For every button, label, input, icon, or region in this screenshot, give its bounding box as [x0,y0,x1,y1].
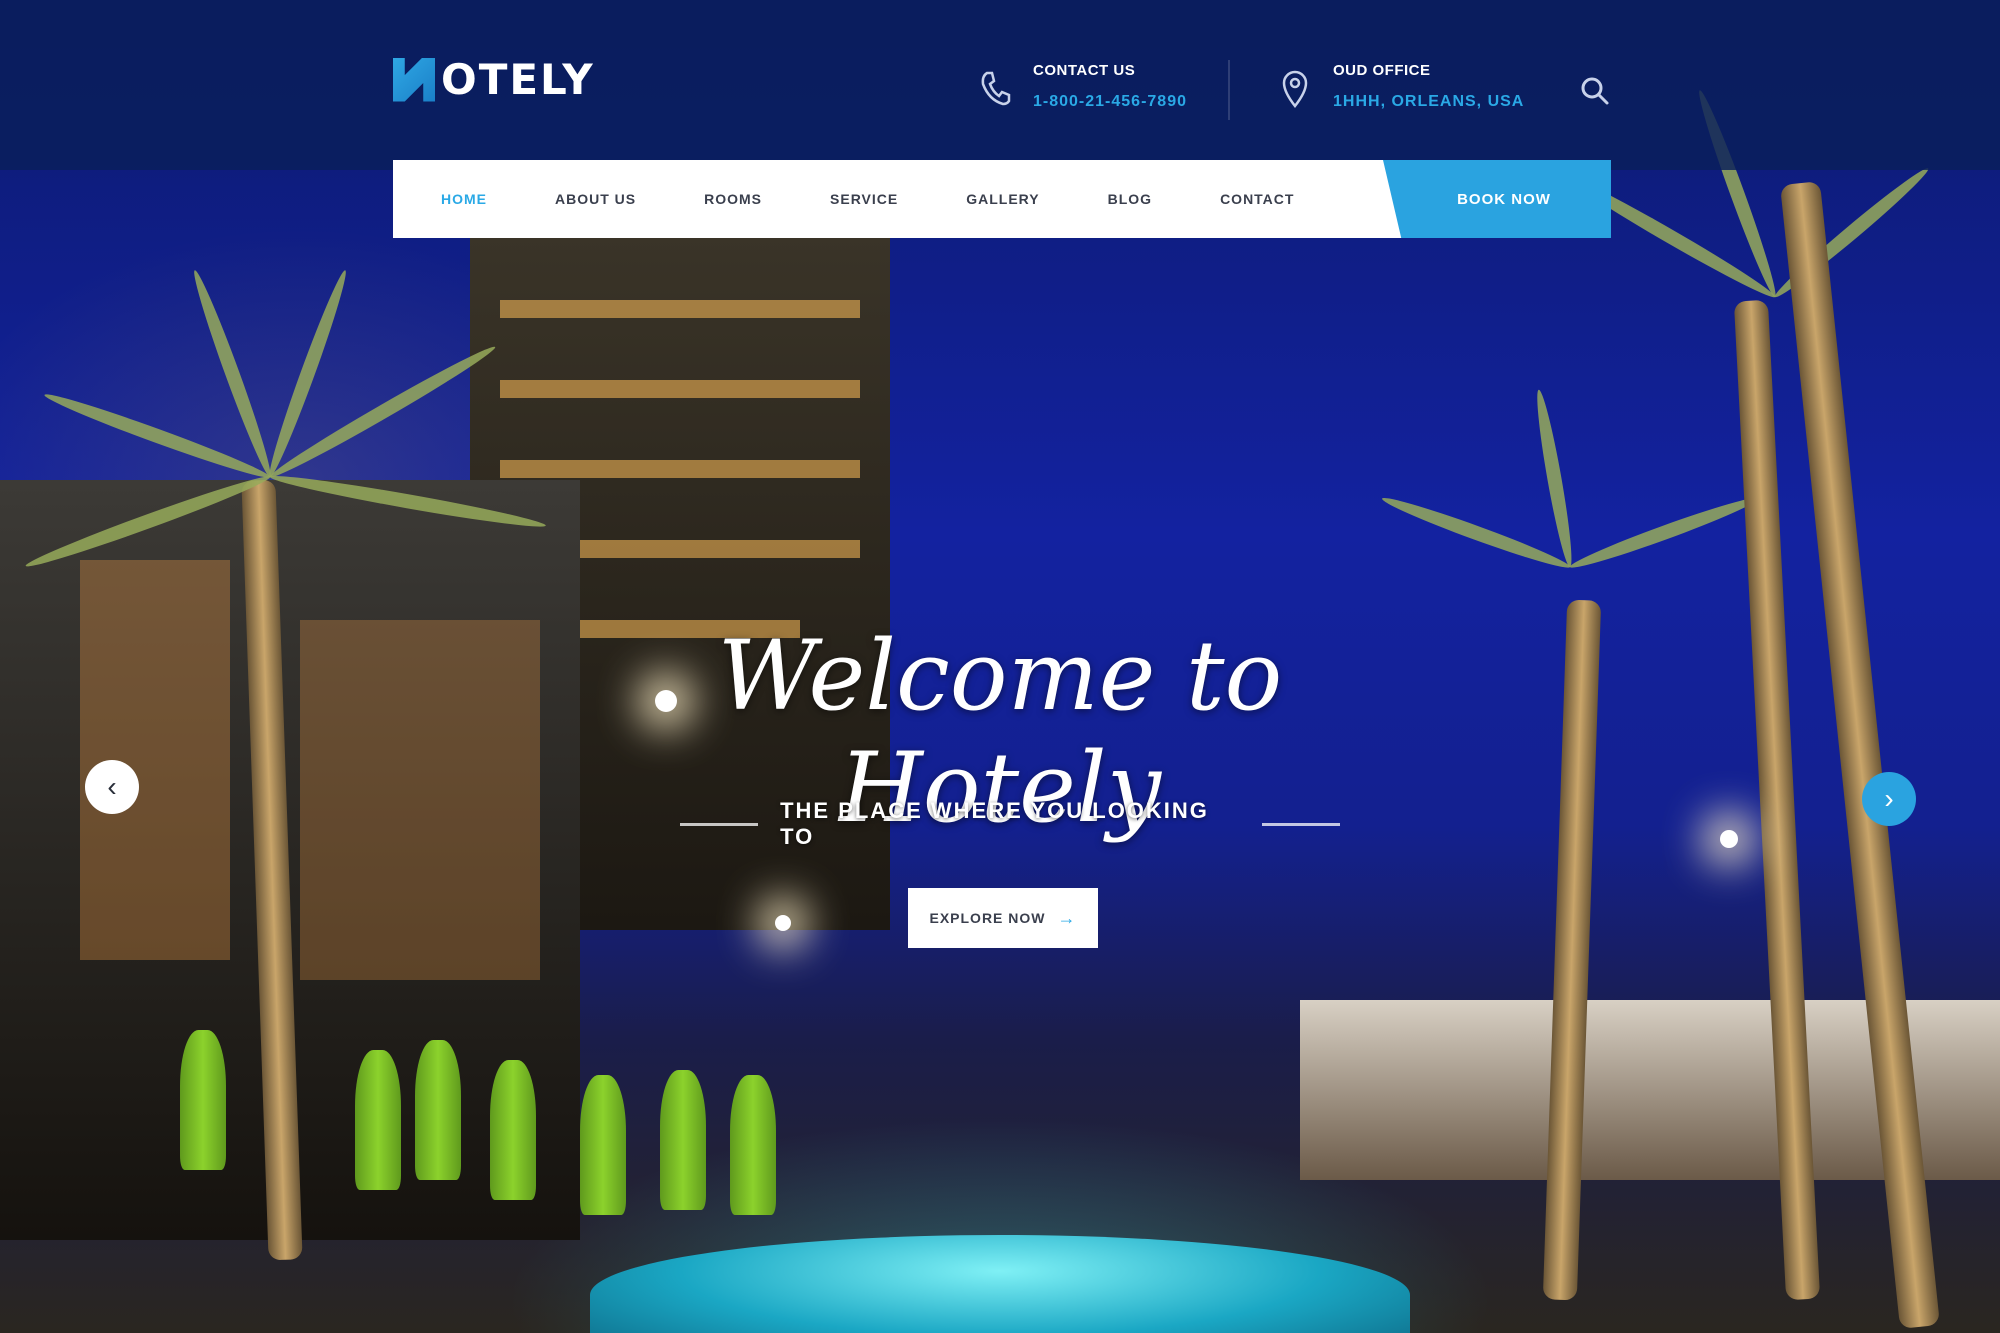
top-header: OTELY CONTACT US 1-800-21-456-7890 OUD O… [0,0,2000,170]
header-divider [1228,60,1230,120]
contact-label: CONTACT US [1033,62,1136,79]
search-icon[interactable] [1580,76,1610,106]
map-pin-icon [1275,70,1315,110]
pool-umbrella [490,1060,536,1200]
hero-tagline: THE PLACE WHERE YOU LOOKING TO [780,798,1209,849]
pool-umbrella [415,1040,461,1180]
office-address: 1HHH, ORLEANS, USA [1333,93,1525,110]
chevron-left-icon: ‹ [107,771,117,802]
nav-item-blog[interactable]: BLOG [1074,160,1186,238]
tower-lights [500,460,860,478]
hero-tagline-row: THE PLACE WHERE YOU LOOKING TO [680,798,1340,850]
nav-item-rooms[interactable]: ROOMS [670,160,796,238]
nav-item-contact[interactable]: CONTACT [1186,160,1328,238]
palm-frond [1379,492,1573,574]
logo-mark-icon [393,58,435,102]
brand-name: OTELY [441,55,595,104]
explore-now-label: EXPLORE NOW [929,910,1046,926]
nav-item-about-us[interactable]: ABOUT US [521,160,670,238]
slider-prev-button[interactable]: ‹ [85,760,139,814]
tower-lights [500,300,860,318]
book-now-button[interactable]: BOOK NOW [1383,160,1611,238]
office-label: OUD OFFICE [1333,62,1431,79]
nav-item-service[interactable]: SERVICE [796,160,932,238]
palm-frond [1567,492,1761,574]
contact-phone[interactable]: 1-800-21-456-7890 [1033,93,1187,111]
phone-icon [975,70,1015,110]
lamp-light [775,915,791,931]
palm-frond [266,340,499,484]
nav-item-gallery[interactable]: GALLERY [932,160,1073,238]
pool-umbrella [180,1030,226,1170]
contact-info: CONTACT US 1-800-21-456-7890 [975,62,1187,111]
lowrise-windows [80,560,230,960]
pool-umbrella [580,1075,626,1215]
palm-trunk [1542,599,1602,1301]
swimming-pool [590,1235,1410,1333]
tagline-divider [1261,822,1340,826]
pool-umbrella [730,1075,776,1215]
nav-item-home[interactable]: HOME [393,160,521,238]
lamp-light [1720,830,1738,848]
office-info: OUD OFFICE 1HHH, ORLEANS, USA [1275,62,1524,111]
slider-next-button[interactable]: › [1862,772,1916,826]
chevron-right-icon: › [1884,783,1894,814]
pool-umbrella [660,1070,706,1210]
brand-logo[interactable]: OTELY [393,55,595,104]
palm-frond [1531,388,1577,569]
tagline-divider [680,822,759,826]
arrow-right-icon: → [1057,907,1077,928]
pool-umbrella [355,1050,401,1190]
lowrise-windows [300,620,540,980]
tower-lights [500,380,860,398]
explore-now-button[interactable]: EXPLORE NOW → [908,888,1098,948]
